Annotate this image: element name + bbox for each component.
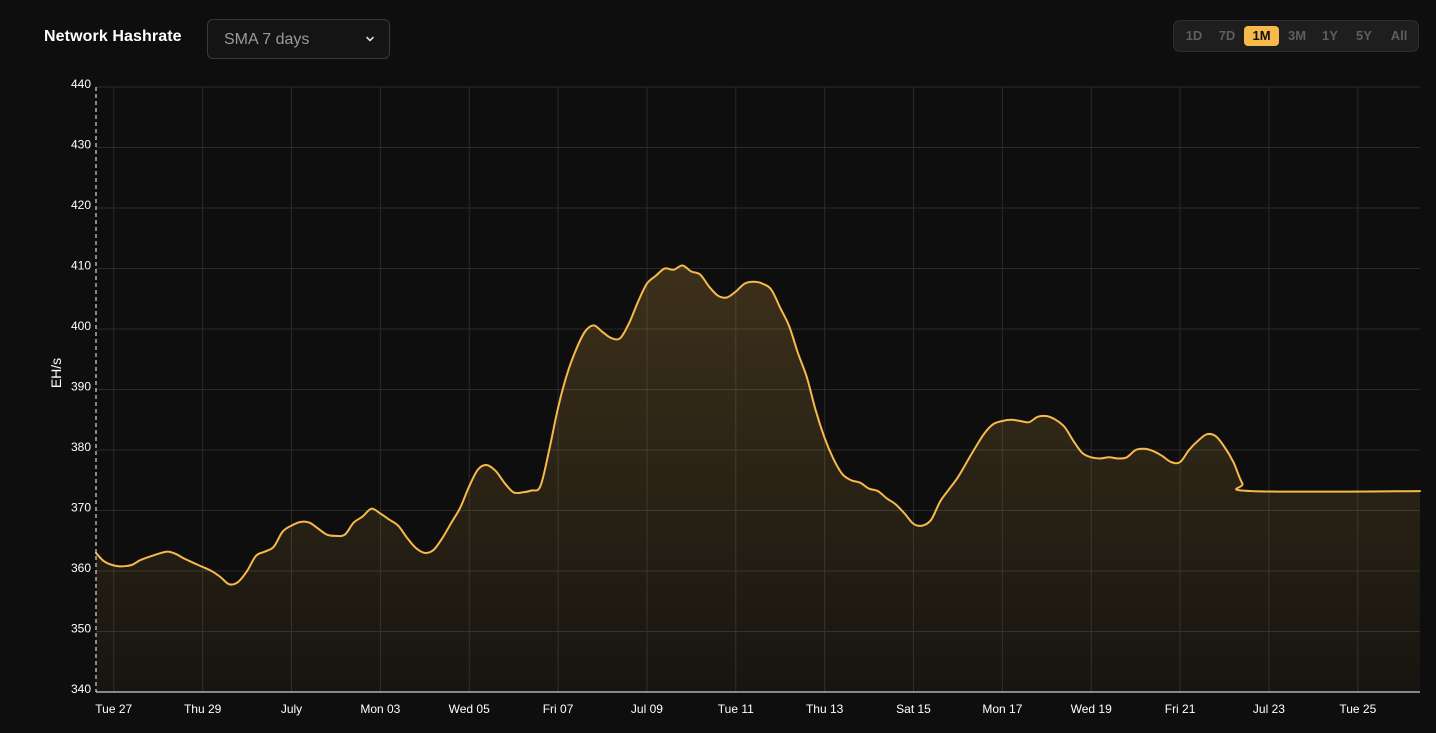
y-tick-label: 410 (71, 259, 91, 273)
y-tick-label: 440 (71, 77, 91, 91)
x-tick-label: Wed 19 (1071, 702, 1112, 716)
x-tick-label: Tue 27 (95, 702, 132, 716)
x-axis-labels: Tue 27 Thu 29 July Mon 03 Wed 05 Fri 07 Jul 09… (95, 702, 1376, 716)
y-tick-label: 390 (71, 380, 91, 394)
y-tick-label: 360 (71, 561, 91, 575)
x-tick-label: Fri 07 (543, 702, 574, 716)
x-tick-label: Sat 15 (896, 702, 931, 716)
y-tick-label: 380 (71, 440, 91, 454)
x-tick-label: Tue 25 (1339, 702, 1376, 716)
x-tick-label: Wed 05 (449, 702, 490, 716)
x-tick-label: Thu 13 (806, 702, 844, 716)
y-tick-label: 350 (71, 622, 91, 636)
x-tick-label: Fri 21 (1165, 702, 1196, 716)
y-tick-label: 420 (71, 198, 91, 212)
y-tick-label: 340 (71, 682, 91, 696)
x-tick-label: July (281, 702, 302, 716)
x-tick-label: Tue 11 (718, 702, 754, 716)
page: Network Hashrate SMA 7 days 1D 7D 1M 3M … (0, 0, 1436, 733)
x-tick-label: Jul 09 (631, 702, 663, 716)
hashrate-chart[interactable]: 340 350 360 370 380 390 400 410 420 430 440 Tue 27… (0, 0, 1436, 733)
y-tick-label: 370 (71, 501, 91, 515)
x-tick-label: Mon 03 (360, 702, 400, 716)
y-axis-labels: 340 350 360 370 380 390 400 410 420 430 440 (71, 77, 91, 696)
x-tick-label: Jul 23 (1253, 702, 1285, 716)
x-tick-label: Mon 17 (982, 702, 1022, 716)
y-tick-label: 430 (71, 138, 91, 152)
y-tick-label: 400 (71, 319, 91, 333)
x-tick-label: Thu 29 (184, 702, 222, 716)
y-axis-title: EH/s (48, 358, 64, 388)
